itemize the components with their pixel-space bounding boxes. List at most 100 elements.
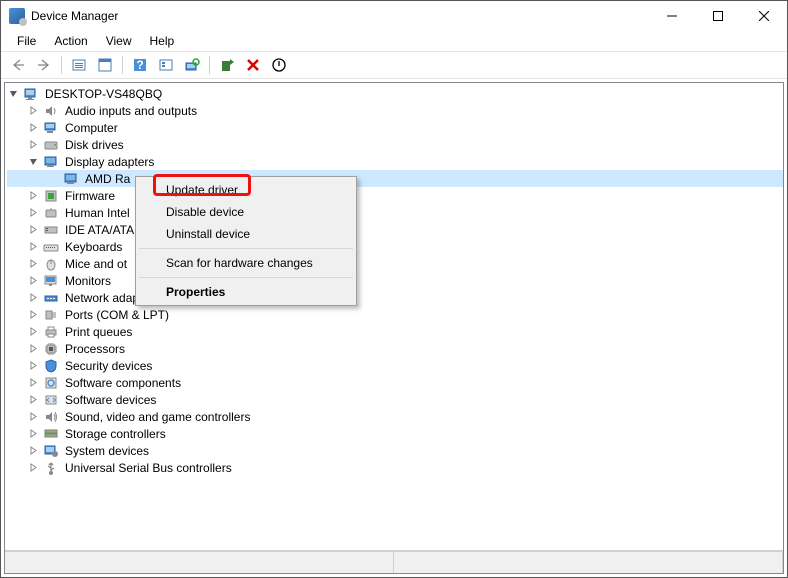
chevron-right-icon[interactable] xyxy=(27,377,39,389)
tree-item-label: IDE ATA/ATA xyxy=(63,223,136,237)
computer-icon xyxy=(23,86,39,102)
ide-icon xyxy=(43,222,59,238)
window-controls xyxy=(649,1,787,31)
close-button[interactable] xyxy=(741,1,787,31)
chevron-right-icon[interactable] xyxy=(27,292,39,304)
update-driver-icon[interactable] xyxy=(216,54,238,76)
chevron-right-icon[interactable] xyxy=(27,445,39,457)
chevron-right-icon[interactable] xyxy=(27,394,39,406)
tree-item[interactable]: Audio inputs and outputs xyxy=(7,102,783,119)
chevron-down-icon[interactable] xyxy=(7,88,19,100)
uninstall-device-icon[interactable] xyxy=(242,54,264,76)
chevron-right-icon[interactable] xyxy=(27,139,39,151)
properties-icon[interactable] xyxy=(94,54,116,76)
chevron-right-icon[interactable] xyxy=(27,105,39,117)
chevron-down-icon[interactable] xyxy=(27,156,39,168)
back-button[interactable] xyxy=(7,54,29,76)
chevron-right-icon[interactable] xyxy=(27,241,39,253)
tree-root-label: DESKTOP-VS48QBQ xyxy=(43,87,164,101)
tree-item[interactable]: Keyboards xyxy=(7,238,783,255)
menu-action[interactable]: Action xyxy=(46,32,95,50)
tree-item[interactable]: Ports (COM & LPT) xyxy=(7,306,783,323)
tree-item[interactable]: Mice and ot xyxy=(7,255,783,272)
chevron-right-icon[interactable] xyxy=(27,207,39,219)
tree-item[interactable]: Disk drives xyxy=(7,136,783,153)
maximize-button[interactable] xyxy=(695,1,741,31)
disable-device-icon[interactable] xyxy=(268,54,290,76)
cpu-icon xyxy=(43,341,59,357)
toolbar: ? xyxy=(1,51,787,79)
tree-item[interactable]: Firmware xyxy=(7,187,783,204)
show-hidden-icon[interactable] xyxy=(68,54,90,76)
disk-icon xyxy=(43,137,59,153)
tree-item-label: Firmware xyxy=(63,189,117,203)
scan-hardware-icon[interactable] xyxy=(181,54,203,76)
tree-item[interactable]: IDE ATA/ATA xyxy=(7,221,783,238)
firmware-icon xyxy=(43,188,59,204)
monitor-icon xyxy=(43,273,59,289)
chevron-right-icon[interactable] xyxy=(27,343,39,355)
status-cell xyxy=(5,552,394,573)
app-icon xyxy=(9,8,25,24)
chevron-right-icon[interactable] xyxy=(27,224,39,236)
keyboard-icon xyxy=(43,239,59,255)
ctx-uninstall-device[interactable]: Uninstall device xyxy=(138,223,354,245)
tree-item[interactable]: Sound, video and game controllers xyxy=(7,408,783,425)
usb-icon xyxy=(43,460,59,476)
tree-item[interactable]: Network adapters xyxy=(7,289,783,306)
chevron-right-icon[interactable] xyxy=(27,411,39,423)
computer-icon xyxy=(43,120,59,136)
view-toggle-icon[interactable] xyxy=(155,54,177,76)
forward-button[interactable] xyxy=(33,54,55,76)
spacer xyxy=(47,173,59,185)
system-icon xyxy=(43,443,59,459)
sound-icon xyxy=(43,409,59,425)
tree-item-label: AMD Ra xyxy=(83,172,132,186)
tree-item-label: Ports (COM & LPT) xyxy=(63,308,171,322)
tree-item[interactable]: Monitors xyxy=(7,272,783,289)
ctx-disable-device[interactable]: Disable device xyxy=(138,201,354,223)
status-cell xyxy=(394,552,783,573)
tree-item[interactable]: Storage controllers xyxy=(7,425,783,442)
tree-item-label: Security devices xyxy=(63,359,154,373)
help-icon[interactable]: ? xyxy=(129,54,151,76)
tree-item[interactable]: Computer xyxy=(7,119,783,136)
tree-item[interactable]: Security devices xyxy=(7,357,783,374)
tree-item[interactable]: Software devices xyxy=(7,391,783,408)
title-bar: Device Manager xyxy=(1,1,787,31)
tree-child-item[interactable]: AMD Ra xyxy=(7,170,783,187)
chevron-right-icon[interactable] xyxy=(27,122,39,134)
tree-item[interactable]: Print queues xyxy=(7,323,783,340)
chevron-right-icon[interactable] xyxy=(27,462,39,474)
tree-item[interactable]: Processors xyxy=(7,340,783,357)
menu-help[interactable]: Help xyxy=(142,32,183,50)
device-tree[interactable]: DESKTOP-VS48QBQAudio inputs and outputsC… xyxy=(5,83,783,551)
tree-item-label: Keyboards xyxy=(63,240,124,254)
mouse-icon xyxy=(43,256,59,272)
chevron-right-icon[interactable] xyxy=(27,275,39,287)
tree-item[interactable]: Universal Serial Bus controllers xyxy=(7,459,783,476)
context-menu: Update driver Disable device Uninstall d… xyxy=(135,176,357,306)
ctx-scan-hardware[interactable]: Scan for hardware changes xyxy=(138,252,354,274)
chevron-right-icon[interactable] xyxy=(27,326,39,338)
ctx-separator xyxy=(139,248,353,249)
menu-view[interactable]: View xyxy=(98,32,140,50)
printer-icon xyxy=(43,324,59,340)
ctx-properties[interactable]: Properties xyxy=(138,281,354,303)
chevron-right-icon[interactable] xyxy=(27,258,39,270)
ctx-update-driver[interactable]: Update driver xyxy=(138,179,354,201)
menu-file[interactable]: File xyxy=(9,32,44,50)
chevron-right-icon[interactable] xyxy=(27,309,39,321)
display-icon xyxy=(43,154,59,170)
network-icon xyxy=(43,290,59,306)
chevron-right-icon[interactable] xyxy=(27,360,39,372)
tree-item[interactable]: Display adapters xyxy=(7,153,783,170)
tree-item[interactable]: Human Intel xyxy=(7,204,783,221)
tree-root[interactable]: DESKTOP-VS48QBQ xyxy=(7,85,783,102)
hid-icon xyxy=(43,205,59,221)
tree-item[interactable]: System devices xyxy=(7,442,783,459)
tree-item[interactable]: Software components xyxy=(7,374,783,391)
chevron-right-icon[interactable] xyxy=(27,428,39,440)
minimize-button[interactable] xyxy=(649,1,695,31)
chevron-right-icon[interactable] xyxy=(27,190,39,202)
